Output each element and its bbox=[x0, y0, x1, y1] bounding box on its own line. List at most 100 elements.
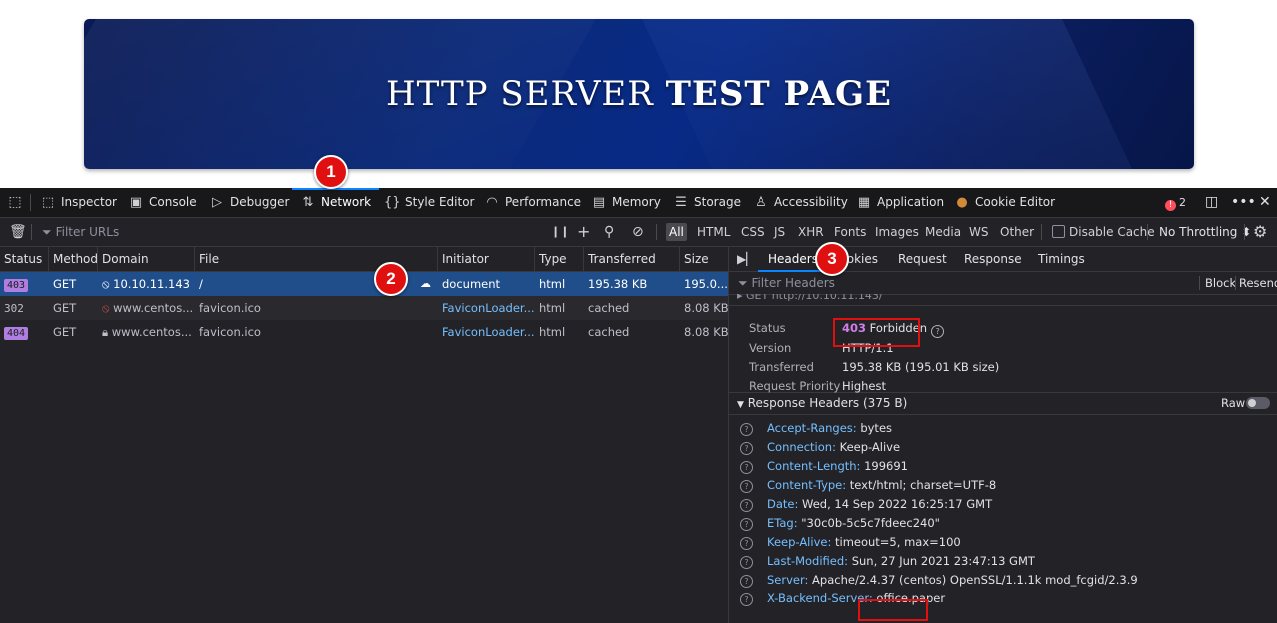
resend-button[interactable]: Resend bbox=[1239, 275, 1277, 291]
help-icon[interactable]: ? bbox=[931, 325, 945, 338]
filter-js[interactable]: JS bbox=[771, 223, 788, 241]
domain-cell: 🔒︎ www.centos... bbox=[102, 325, 192, 339]
filter-html[interactable]: HTML bbox=[694, 223, 733, 241]
plus-icon[interactable]: + bbox=[577, 218, 590, 246]
tab-timings[interactable]: Timings bbox=[1038, 247, 1085, 271]
pause-icon[interactable]: ❙❙ bbox=[551, 218, 569, 246]
help-icon[interactable]: ? bbox=[740, 461, 753, 474]
status-badge: 404 bbox=[4, 327, 29, 340]
help-icon[interactable]: ? bbox=[740, 499, 753, 512]
tab-inspector[interactable]: ⬚ Inspector bbox=[40, 188, 117, 217]
help-icon[interactable]: ? bbox=[740, 593, 753, 606]
search-icon[interactable]: ⚲ bbox=[604, 218, 614, 246]
inspector-icon: ⬚ bbox=[41, 195, 55, 210]
tab-application[interactable]: ▦ Application bbox=[856, 188, 944, 217]
help-icon[interactable]: ? bbox=[740, 423, 753, 436]
tab-memory[interactable]: ▤ Memory bbox=[591, 188, 661, 217]
tab-headers[interactable]: Headers bbox=[758, 247, 828, 272]
close-icon[interactable]: ✕ bbox=[1259, 188, 1271, 217]
filter-urls-input[interactable]: ⏷ Filter URLs bbox=[42, 224, 119, 240]
filter-all[interactable]: All bbox=[666, 223, 687, 241]
table-row[interactable]: 302 GET ⦸ www.centos... favicon.ico Favi… bbox=[0, 296, 728, 320]
response-header-row: ? Keep-Alive: timeout=5, max=100 bbox=[729, 533, 1277, 552]
help-icon[interactable]: ? bbox=[740, 442, 753, 455]
column-status[interactable]: Status bbox=[0, 247, 49, 271]
status-badge: 403 bbox=[4, 279, 29, 292]
initiator-cell: document bbox=[442, 277, 501, 291]
column-size[interactable]: Size bbox=[680, 247, 728, 271]
tab-performance[interactable]: ◠ Performance bbox=[484, 188, 581, 217]
chevron-down-icon: ▼ bbox=[737, 400, 744, 410]
tab-accessibility[interactable]: ♙ Accessibility bbox=[753, 188, 848, 217]
help-icon[interactable]: ? bbox=[740, 518, 753, 531]
application-icon: ▦ bbox=[857, 195, 871, 210]
tab-storage[interactable]: ☰ Storage bbox=[673, 188, 741, 217]
error-icon: ! bbox=[1165, 200, 1176, 211]
filter-fonts[interactable]: Fonts bbox=[831, 223, 869, 241]
column-initiator[interactable]: Initiator bbox=[438, 247, 535, 271]
divider bbox=[1147, 224, 1148, 240]
dock-side-icon[interactable]: ◫ bbox=[1205, 188, 1218, 217]
table-row[interactable]: 403 GET ⦸ 10.10.11.143 / ☁ document html… bbox=[0, 272, 728, 296]
type-cell: html bbox=[539, 277, 566, 291]
element-picker-icon[interactable]: ⬚ bbox=[7, 194, 23, 210]
file-cell: favicon.ico bbox=[199, 301, 261, 315]
tab-console[interactable]: ▣ Console bbox=[128, 188, 197, 217]
type-cell: html bbox=[539, 325, 566, 339]
request-url-line[interactable]: ▸ GET http://10.10.11.143/ bbox=[737, 294, 883, 304]
cookie-icon: ● bbox=[956, 195, 968, 210]
toggle-sidebar-icon[interactable]: ▶▏ bbox=[737, 247, 755, 271]
error-count-badge[interactable]: ! 2 bbox=[1165, 188, 1186, 217]
response-header-row: ? ETag: "30c0b-5c5c7fdeec240" bbox=[729, 514, 1277, 533]
divider bbox=[656, 224, 657, 240]
table-header: Status Method Domain File Initiator Type… bbox=[0, 247, 728, 272]
filter-xhr[interactable]: XHR bbox=[795, 223, 827, 241]
help-icon[interactable]: ? bbox=[740, 556, 753, 569]
filter-images[interactable]: Images bbox=[872, 223, 922, 241]
block-icon[interactable]: ⊘ bbox=[632, 218, 644, 246]
table-row[interactable]: 404 GET 🔒︎ www.centos... favicon.ico Fav… bbox=[0, 320, 728, 344]
status-cell: 404 bbox=[0, 320, 49, 344]
raw-toggle[interactable] bbox=[1246, 397, 1270, 409]
filter-media[interactable]: Media bbox=[922, 223, 964, 241]
help-icon[interactable]: ? bbox=[740, 480, 753, 493]
response-headers-section[interactable]: ▼ Response Headers (375 B) Raw bbox=[729, 392, 1277, 415]
column-method[interactable]: Method bbox=[49, 247, 98, 271]
trash-icon[interactable]: 🗑 bbox=[9, 218, 27, 246]
filter-icon: ⏷ bbox=[42, 225, 52, 239]
initiator-link[interactable]: FaviconLoader.... bbox=[438, 296, 535, 320]
filter-headers-placeholder: ⏷ Filter Headers bbox=[738, 276, 835, 290]
column-transferred[interactable]: Transferred bbox=[584, 247, 680, 271]
more-options-icon[interactable]: ••• bbox=[1231, 188, 1256, 217]
console-icon: ▣ bbox=[129, 195, 143, 210]
block-button[interactable]: Block bbox=[1205, 275, 1236, 291]
throttling-select[interactable]: No Throttling ⬍ bbox=[1159, 218, 1251, 246]
size-cell: 195.0... bbox=[684, 277, 728, 291]
tab-debugger[interactable]: ▷ Debugger bbox=[209, 188, 289, 217]
column-type[interactable]: Type bbox=[535, 247, 584, 271]
tab-response[interactable]: Response bbox=[964, 247, 1022, 271]
settings-gear-icon[interactable]: ⚙ bbox=[1253, 218, 1267, 246]
transferred-cell: cached bbox=[588, 301, 630, 315]
filter-css[interactable]: CSS bbox=[738, 223, 768, 241]
tab-style-editor[interactable]: {} Style Editor bbox=[384, 188, 474, 217]
divider bbox=[1235, 276, 1236, 290]
transferred-cell: 195.38 KB bbox=[588, 277, 648, 291]
request-summary: Status 403 Forbidden? Version HTTP/1.1 T… bbox=[729, 305, 1277, 393]
filter-ws[interactable]: WS bbox=[966, 223, 991, 241]
tab-request[interactable]: Request bbox=[898, 247, 947, 271]
tab-network[interactable]: ⇅ Network bbox=[291, 188, 380, 217]
filter-other[interactable]: Other bbox=[997, 223, 1037, 241]
help-icon[interactable]: ? bbox=[740, 537, 753, 550]
highlight-status-box bbox=[833, 318, 920, 347]
status-badge: 302 bbox=[4, 302, 24, 315]
lock-icon: 🔒︎ bbox=[102, 325, 109, 339]
filter-headers-input[interactable]: ⏷ Filter Headers Block Resend bbox=[729, 272, 1277, 295]
response-header-row: ? X-Backend-Server: office.paper bbox=[729, 589, 1277, 608]
help-icon[interactable]: ? bbox=[740, 575, 753, 588]
tab-cookie-editor[interactable]: ● Cookie Editor bbox=[954, 188, 1055, 217]
column-domain[interactable]: Domain bbox=[98, 247, 195, 271]
raw-label: Raw bbox=[1221, 396, 1246, 410]
disable-cache-checkbox[interactable]: Disable Cache bbox=[1049, 223, 1158, 241]
initiator-link[interactable]: FaviconLoader.... bbox=[438, 320, 535, 344]
